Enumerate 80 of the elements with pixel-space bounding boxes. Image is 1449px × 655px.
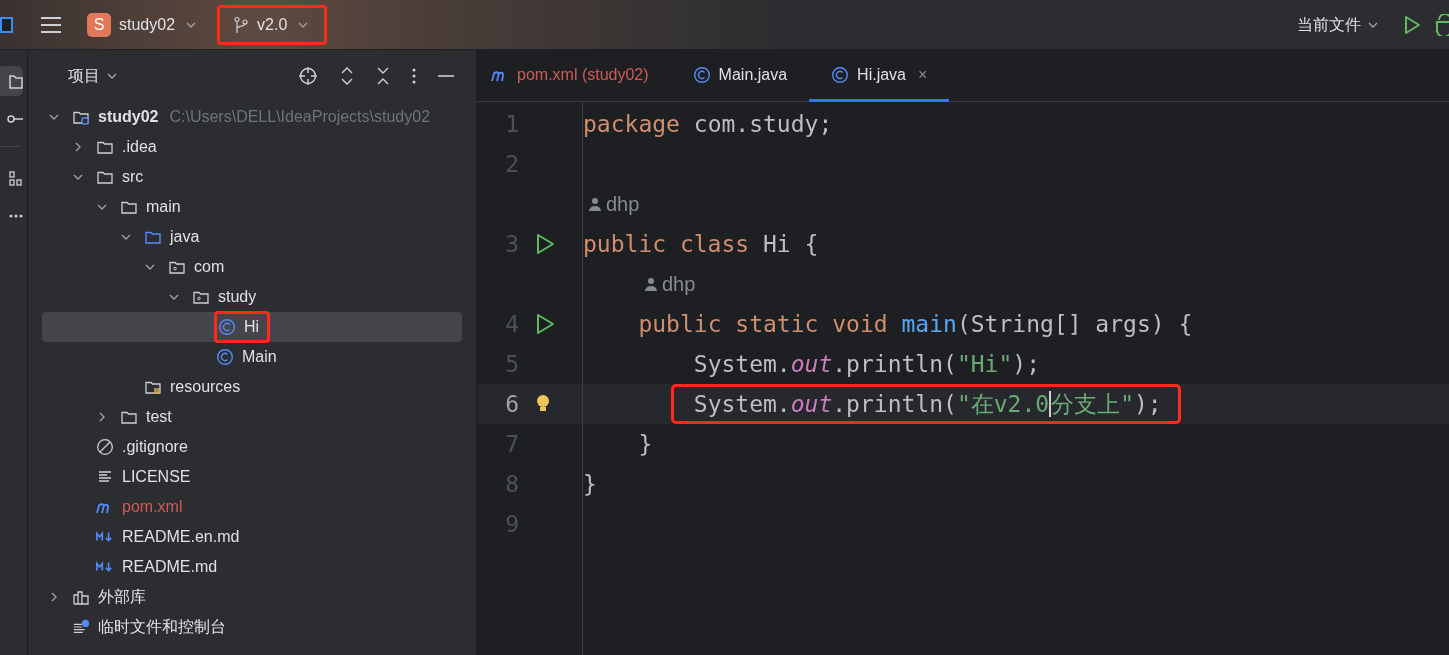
more-vertical-icon[interactable] (412, 67, 416, 85)
panel-title[interactable]: 项目 (68, 64, 100, 88)
tool-window-button[interactable] (0, 66, 23, 96)
structure-icon[interactable] (8, 169, 23, 187)
minimize-icon[interactable] (438, 74, 454, 78)
run-icon[interactable] (535, 313, 555, 335)
tree-item[interactable]: 外部库 (42, 582, 462, 612)
file-name: LICENSE (121, 467, 192, 487)
locate-icon[interactable] (298, 66, 318, 86)
lightbulb-icon[interactable] (535, 394, 551, 414)
file-name: study (217, 287, 258, 307)
folder-icon[interactable] (8, 72, 23, 90)
class-icon (216, 348, 234, 366)
file-name: .gitignore (121, 437, 189, 457)
file-name: java (168, 227, 201, 247)
tree-item[interactable]: README.md (42, 552, 462, 582)
class-icon (831, 65, 850, 84)
line-number: 6 (504, 389, 520, 419)
editor-tab[interactable]: pom.xml (study02) (477, 50, 671, 102)
tree-item[interactable]: main (42, 192, 462, 222)
close-icon[interactable]: × (918, 62, 928, 87)
tree-item[interactable]: Hi (42, 312, 462, 342)
bug-icon[interactable] (1435, 13, 1449, 36)
tree-item[interactable]: study02 C:\Users\DELL\IdeaProjects\study02 (42, 102, 462, 132)
tree-item[interactable]: study (42, 282, 462, 312)
run-icon[interactable] (1403, 14, 1421, 35)
file-name: Main (241, 347, 278, 367)
file-name: study02 (97, 107, 160, 127)
tree-item[interactable]: test (42, 402, 462, 432)
editor-tab[interactable]: Main.java (670, 50, 810, 102)
branch-icon (233, 15, 250, 34)
tree-item[interactable]: resources (42, 372, 462, 402)
tree-item[interactable]: .gitignore (42, 432, 462, 462)
author-hint[interactable]: dhp (644, 269, 696, 299)
file-name: README.en.md (121, 527, 241, 547)
code-line: System.out.println("在v2.0分支上"); (673, 386, 1178, 422)
project-badge: S (87, 12, 111, 37)
collapse-all-icon[interactable] (376, 66, 390, 86)
editor-tab[interactable]: Hi.java × (809, 50, 950, 102)
branch-selector[interactable]: v2.0 (219, 6, 326, 43)
code-line: System.out.println("Hi"); (693, 349, 1040, 379)
code-line: package com.study; (583, 109, 833, 139)
file-name: src (121, 167, 145, 187)
tree-item[interactable]: README.en.md (42, 522, 462, 552)
tree-item[interactable]: java (42, 222, 462, 252)
library-icon (72, 588, 90, 606)
file-name: 外部库 (97, 586, 147, 608)
file-name: resources (169, 377, 242, 397)
file-name: com (193, 257, 226, 277)
person-icon (588, 197, 602, 211)
run-config-selector[interactable]: 当前文件 (1297, 12, 1361, 37)
code-line: } (638, 429, 653, 459)
project-path: C:\Users\DELL\IdeaProjects\study02 (169, 107, 431, 127)
tree-item[interactable]: src (42, 162, 462, 192)
class-icon (218, 318, 236, 336)
file-name: pom.xml (121, 497, 184, 517)
file-name: main (145, 197, 182, 217)
file-name: Hi (243, 317, 261, 337)
file-name: .idea (121, 137, 158, 157)
code-line: public static void main(String[] args) { (638, 309, 1193, 339)
code-line: } (583, 469, 597, 499)
person-icon (644, 277, 658, 291)
run-icon[interactable] (535, 233, 555, 255)
file-name: test (145, 407, 173, 427)
author-hint[interactable]: dhp (588, 189, 640, 219)
code-line: public class Hi { (583, 229, 819, 259)
file-name: README.md (121, 557, 219, 577)
tree-item[interactable]: .idea (42, 132, 462, 162)
tree-item[interactable]: com (42, 252, 462, 282)
prohibited-icon (96, 438, 114, 456)
project-name[interactable]: study02 (119, 12, 176, 37)
class-icon (692, 65, 711, 84)
tree-item[interactable]: LICENSE (42, 462, 462, 492)
expand-all-icon[interactable] (340, 66, 354, 86)
menu-icon[interactable] (40, 15, 62, 34)
tree-item[interactable]: 临时文件和控制台 (42, 612, 462, 642)
tree-item[interactable]: pom.xml (42, 492, 462, 522)
tree-item[interactable]: Main (42, 342, 462, 372)
file-name: 临时文件和控制台 (97, 616, 227, 638)
scratch-file-icon (72, 618, 90, 636)
